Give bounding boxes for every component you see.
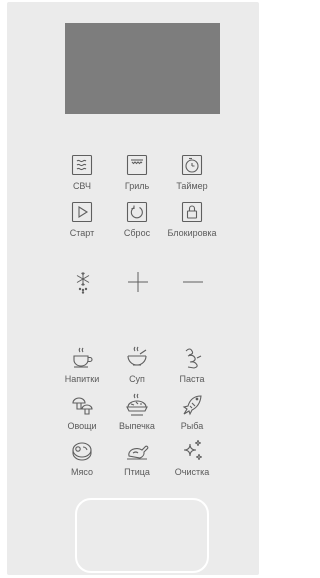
timer-button[interactable]: Таймер (162, 152, 222, 196)
steak-icon (69, 438, 95, 464)
timer-icon (179, 152, 205, 178)
play-icon (69, 199, 95, 225)
fish-button[interactable]: Рыба (162, 392, 222, 436)
minus-icon (182, 271, 204, 298)
pie-icon (124, 392, 150, 418)
pasta-button[interactable]: Паста (162, 345, 222, 389)
lock-button[interactable]: Блокировка (162, 199, 222, 243)
control-panel: СВЧ Гриль Таймер Старт Сброс Блокировка … (7, 2, 259, 575)
plus-button[interactable] (126, 271, 150, 298)
pasta-label: Паста (179, 374, 205, 384)
sparkle-icon (179, 438, 205, 464)
fish-icon (179, 392, 205, 418)
reset-icon (124, 199, 150, 225)
soup-icon (124, 345, 150, 371)
cleaning-label: Очистка (174, 467, 210, 477)
chicken-icon (124, 438, 150, 464)
door-open-pad[interactable] (75, 498, 209, 573)
defrost-button[interactable] (71, 270, 95, 299)
pasta-icon (179, 345, 205, 371)
grill-icon (124, 152, 150, 178)
display-screen (65, 23, 220, 114)
minus-button[interactable] (181, 272, 205, 296)
lock-label: Блокировка (167, 228, 217, 238)
mushroom-icon (69, 392, 95, 418)
lock-icon (179, 199, 205, 225)
plus-icon (127, 271, 149, 298)
cleaning-button[interactable]: Очистка (162, 438, 222, 482)
microwave-icon (69, 152, 95, 178)
fish-label: Рыба (180, 421, 204, 431)
snowflake-icon (73, 270, 93, 299)
timer-label: Таймер (176, 181, 208, 191)
cup-icon (69, 345, 95, 371)
